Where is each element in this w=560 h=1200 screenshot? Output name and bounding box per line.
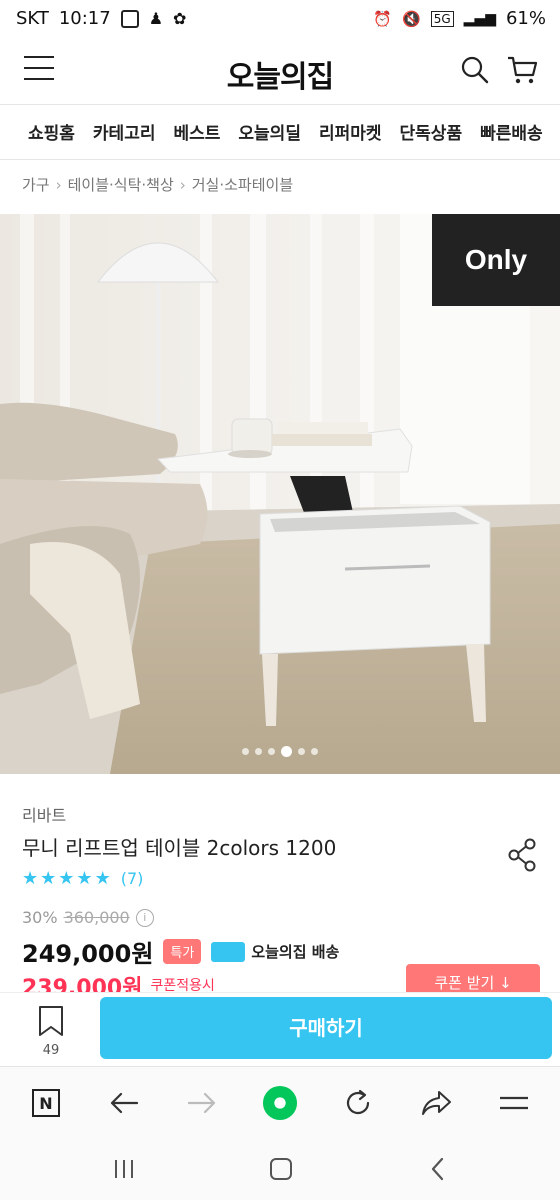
- carousel-dot[interactable]: [311, 748, 318, 755]
- discount-info: 30% 360,000 i: [22, 908, 154, 927]
- breadcrumb-item[interactable]: 거실·소파테이블: [192, 176, 293, 194]
- shipping-label: 오늘의집 배송: [251, 943, 340, 961]
- system-nav-bar: [0, 1138, 560, 1200]
- breadcrumb-item[interactable]: 가구: [22, 176, 50, 194]
- carrier: SKT: [16, 8, 49, 29]
- coupon-note: 쿠폰적용시: [150, 978, 215, 992]
- menu-lines-icon[interactable]: [496, 1085, 532, 1121]
- home-icon[interactable]: [266, 1156, 296, 1182]
- tab-fast-delivery[interactable]: 빠른배송: [471, 105, 552, 144]
- tab-category[interactable]: 카테고리: [84, 105, 165, 144]
- carousel-indicator: [0, 741, 560, 760]
- signal-icon: ▂▄▆: [463, 10, 496, 27]
- star-icon: ★: [76, 868, 93, 889]
- bookmark-count: 49: [42, 1043, 60, 1058]
- share-forward-icon[interactable]: [418, 1085, 454, 1121]
- svg-text:N: N: [39, 1094, 52, 1113]
- special-badge: 특가: [163, 939, 202, 964]
- home-green-icon[interactable]: [262, 1085, 298, 1121]
- breadcrumb-item[interactable]: 테이블·식탁·책상: [68, 176, 174, 194]
- info-icon[interactable]: i: [135, 908, 154, 927]
- app-header: 오늘의집: [0, 42, 560, 104]
- game-icon: ♟: [148, 9, 164, 28]
- share-icon[interactable]: [506, 838, 538, 872]
- only-badge: Only: [432, 214, 560, 306]
- mute-icon: 🔇: [402, 9, 421, 28]
- app-notification-icon: [120, 9, 139, 28]
- discount-percent: 30%: [22, 908, 58, 927]
- category-tabs: 쇼핑홈 카테고리 베스트 오늘의딜 리퍼마켓 단독상품 빠른배송: [0, 104, 560, 160]
- naver-n-icon[interactable]: N: [28, 1085, 64, 1121]
- tab-shopping-home[interactable]: 쇼핑홈: [0, 105, 84, 144]
- carousel-dot[interactable]: [268, 748, 275, 755]
- bookmark-button[interactable]: 49: [36, 1005, 66, 1058]
- carousel-dot[interactable]: [242, 748, 249, 755]
- back-arrow-icon[interactable]: [106, 1085, 142, 1121]
- breadcrumb: 가구 › 테이블·식탁·책상 › 거실·소파테이블: [22, 174, 293, 195]
- bookmark-icon: [39, 1006, 63, 1036]
- chevron-right-icon: ›: [55, 176, 62, 194]
- original-price: 360,000: [63, 908, 130, 927]
- carousel-dot[interactable]: [255, 748, 262, 755]
- coupon-price-line: 239,000원 쿠폰적용시: [22, 970, 215, 992]
- purchase-bar: 49 구매하기: [0, 992, 560, 1067]
- sale-price: 249,000원: [22, 940, 154, 968]
- carousel-dot-active[interactable]: [281, 746, 292, 757]
- review-count[interactable]: (7): [121, 869, 144, 888]
- tab-best[interactable]: 베스트: [164, 105, 229, 144]
- back-icon[interactable]: [424, 1156, 454, 1182]
- cart-icon[interactable]: [506, 55, 538, 85]
- battery-level: 61%: [505, 8, 546, 29]
- shipping-badge: 오늘의집 배송: [211, 941, 339, 962]
- brand-name[interactable]: 리바트: [22, 802, 66, 826]
- product-title: 무니 리프트업 테이블 2colors 1200: [22, 836, 337, 860]
- chevron-right-icon: ›: [179, 176, 186, 194]
- truck-icon: [211, 941, 246, 962]
- time: 10:17: [58, 8, 111, 29]
- tab-exclusive[interactable]: 단독상품: [391, 105, 472, 144]
- refresh-icon[interactable]: [340, 1085, 376, 1121]
- carousel-dot[interactable]: [298, 748, 305, 755]
- rating[interactable]: ★ ★ ★ ★ ★ (7): [22, 868, 143, 889]
- browser-toolbar: N: [0, 1066, 560, 1139]
- network-type: 5G: [430, 10, 454, 27]
- status-bar: SKT 10:17 ♟ ✿ ⏰ 🔇 5G ▂▄▆ 61%: [0, 0, 560, 42]
- alarm-icon: ⏰: [373, 9, 393, 28]
- star-icon: ★: [58, 868, 75, 889]
- price-line: 249,000원 특가 오늘의집 배송: [22, 934, 339, 969]
- product-image-carousel[interactable]: Only: [0, 214, 560, 774]
- forward-arrow-icon[interactable]: [184, 1085, 220, 1121]
- star-icon: ★: [40, 868, 57, 889]
- recent-apps-icon[interactable]: [110, 1156, 140, 1182]
- search-icon[interactable]: [460, 55, 490, 85]
- star-icon: ★: [94, 868, 111, 889]
- tab-refurb-market[interactable]: 리퍼마켓: [310, 105, 391, 144]
- tab-todays-deal[interactable]: 오늘의딜: [229, 105, 310, 144]
- pinwheel-icon: ✿: [173, 9, 187, 28]
- buy-button[interactable]: 구매하기: [100, 997, 552, 1059]
- coupon-price: 239,000원: [22, 976, 143, 992]
- star-icon: ★: [22, 868, 39, 889]
